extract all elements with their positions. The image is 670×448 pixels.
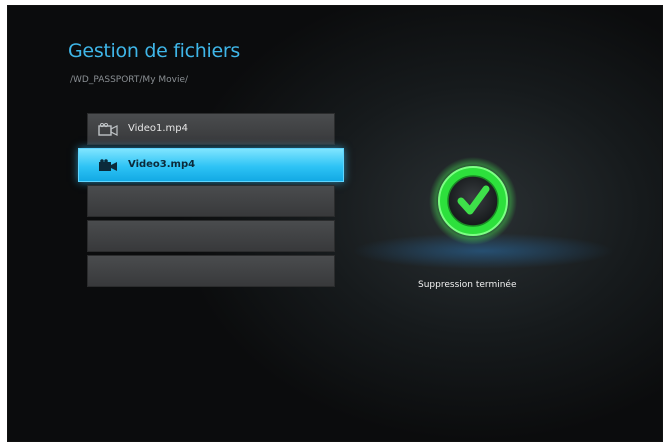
file-name: Video3.mp4: [128, 159, 196, 170]
page-title: Gestion de fichiers: [68, 40, 240, 62]
list-item-empty[interactable]: [87, 255, 335, 287]
breadcrumb-path: /WD_PASSPORT/My Movie/: [70, 75, 189, 85]
file-list: Video1.mp4 Video3.mp4: [78, 113, 344, 290]
status-message: Suppression terminée: [418, 280, 517, 290]
list-item-empty[interactable]: [87, 185, 335, 217]
video-camera-icon: [99, 159, 117, 171]
success-check-icon: [429, 157, 517, 245]
list-item[interactable]: Video1.mp4: [87, 113, 335, 145]
list-item-empty[interactable]: [87, 220, 335, 252]
media-player-screen: Gestion de fichiers /WD_PASSPORT/My Movi…: [7, 5, 663, 442]
list-item-selected[interactable]: Video3.mp4: [78, 148, 344, 182]
video-camera-icon: [98, 123, 118, 136]
file-name: Video1.mp4: [128, 123, 189, 134]
